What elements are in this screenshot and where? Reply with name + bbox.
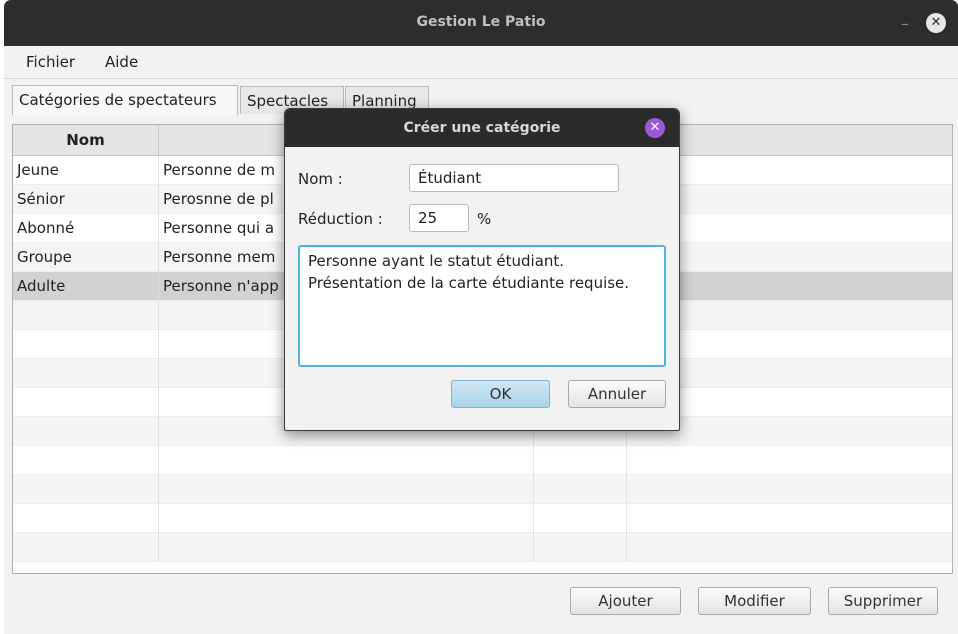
menu-fichier[interactable]: Fichier (26, 53, 75, 71)
add-button[interactable]: Ajouter (570, 587, 681, 615)
description-line-1: Personne ayant le statut étudiant. (308, 252, 565, 270)
nom-label: Nom : (298, 170, 343, 188)
dialog-titlebar[interactable]: Créer une catégorie ✕ (285, 109, 679, 147)
reduction-label: Réduction : (298, 210, 383, 228)
delete-button[interactable]: Supprimer (828, 587, 938, 615)
description-textarea[interactable]: Personne ayant le statut étudiant. Prése… (298, 245, 666, 367)
cell-nom: Groupe (13, 243, 159, 272)
tab-categories[interactable]: Catégories de spectateurs (12, 85, 238, 115)
column-header-nom[interactable]: Nom (13, 125, 159, 155)
dialog-close-icon[interactable]: ✕ (645, 118, 665, 138)
create-category-dialog: Créer une catégorie ✕ Nom : Étudiant Réd… (284, 108, 680, 431)
menu-aide[interactable]: Aide (105, 53, 138, 71)
edit-button[interactable]: Modifier (698, 587, 811, 615)
window-titlebar[interactable]: Gestion Le Patio – ✕ (4, 0, 958, 46)
ok-button[interactable]: OK (451, 380, 550, 408)
empty-row (13, 475, 952, 504)
percent-label: % (477, 210, 492, 228)
cell-nom: Abonné (13, 214, 159, 243)
close-icon[interactable]: ✕ (926, 13, 946, 33)
empty-row (13, 533, 952, 562)
window-title: Gestion Le Patio (416, 14, 546, 30)
empty-row (13, 504, 952, 533)
reduction-field[interactable]: 25 (409, 204, 469, 232)
cell-nom: Sénior (13, 185, 159, 214)
minimize-icon[interactable]: – (896, 10, 914, 33)
cancel-button[interactable]: Annuler (568, 380, 666, 408)
cell-nom: Adulte (13, 272, 159, 301)
cell-nom: Jeune (13, 156, 159, 185)
empty-row (13, 446, 952, 475)
description-line-2: Présentation de la carte étudiante requi… (308, 274, 630, 292)
menubar: Fichier Aide (4, 46, 958, 79)
nom-field[interactable]: Étudiant (409, 164, 619, 192)
dialog-title: Créer une catégorie (403, 120, 561, 136)
